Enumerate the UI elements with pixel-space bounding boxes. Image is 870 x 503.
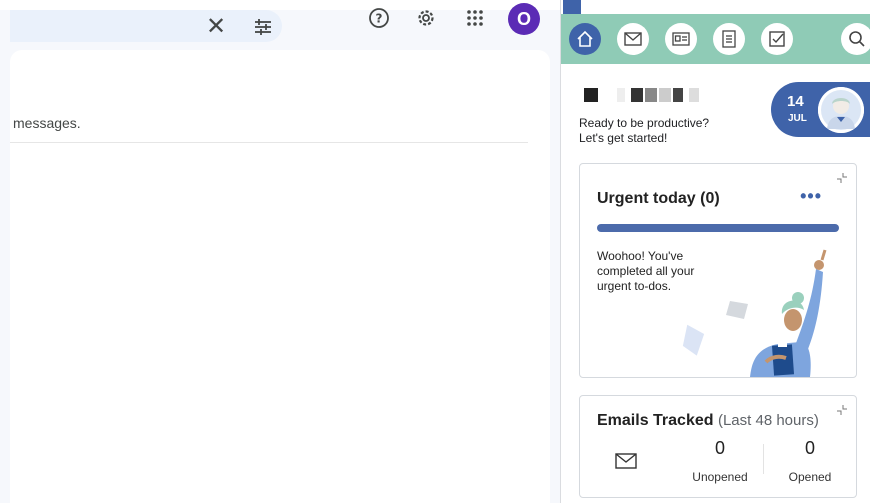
opened-count: 0 [804,438,815,458]
unopened-count: 0 [714,438,725,458]
home-icon[interactable] [569,23,601,55]
svg-text:?: ? [376,12,383,26]
search-bar[interactable]: ✕ [10,10,282,42]
account-avatar[interactable]: O [508,3,540,35]
crm-sidebar: Ready to be productive? Let's get starte… [560,0,870,503]
sidebar-nav-bar [561,14,870,64]
date-badge: 14 JUL [771,82,870,137]
celebration-illustration [682,249,827,377]
contact-card-icon[interactable] [665,23,697,55]
redacted-user-name [579,88,709,102]
emails-tracked-heading: Emails Tracked [597,412,714,429]
emails-tracked-title: Emails Tracked (Last 48 hours) [597,412,819,430]
emails-tracked-period: (Last 48 hours) [717,412,819,429]
mail-icon[interactable] [617,23,649,55]
urgent-title: Urgent today (0) [597,190,720,207]
expand-icon[interactable] [836,404,848,416]
task-check-icon[interactable] [761,23,793,55]
greeting-text: Ready to be productive? [579,116,710,130]
gmail-main-area: ✕ ? O messages. [0,0,560,503]
date-day: 14 [787,93,804,110]
close-icon[interactable]: ✕ [203,13,229,40]
search-icon[interactable] [841,23,870,55]
unopened-label: Unopened [692,470,748,484]
mail-content-panel: messages. [10,50,550,503]
gear-icon[interactable] [413,5,439,31]
urgent-today-card: Urgent today (0) ••• Woohoo! You've comp… [579,163,857,378]
urgent-progress-bar [597,224,839,232]
messages-status-text: messages. [13,115,81,131]
divider [10,142,528,143]
divider [763,444,764,474]
urgent-progress-fill [597,224,839,232]
date-month: JUL [788,113,807,124]
document-icon[interactable] [713,23,745,55]
profile-avatar[interactable] [818,87,864,133]
sidebar-top-strip [581,0,870,12]
help-icon[interactable]: ? [366,5,392,31]
sidebar-accent [563,0,581,14]
envelope-icon [615,453,637,469]
opened-label: Opened [788,470,832,484]
greeting-subtext: Let's get started! [579,131,668,145]
emails-tracked-card: Emails Tracked (Last 48 hours) 0 Unopene… [579,395,857,498]
more-options-icon[interactable]: ••• [800,186,822,207]
tune-icon[interactable] [250,14,276,40]
expand-icon[interactable] [836,172,848,184]
grid-icon[interactable] [462,5,488,31]
